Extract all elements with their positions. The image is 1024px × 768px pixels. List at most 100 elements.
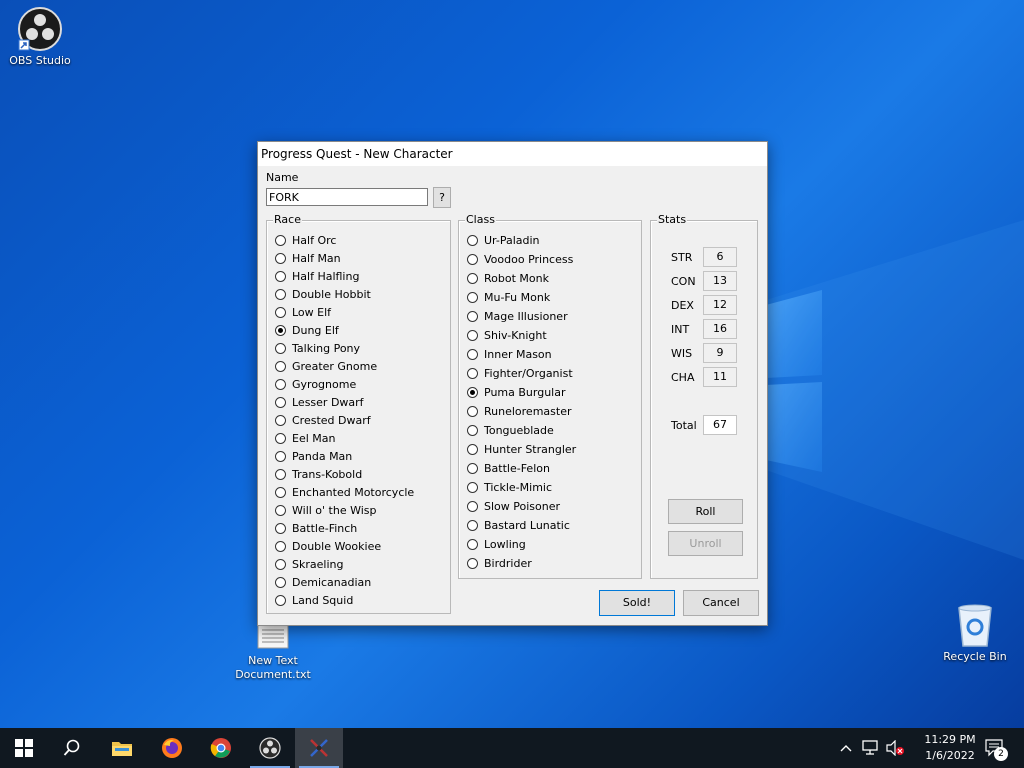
class-option[interactable]: Fighter/Organist: [467, 364, 573, 382]
class-radio[interactable]: [467, 310, 478, 322]
race-radio[interactable]: [275, 360, 286, 372]
taskbar-file-explorer[interactable]: [98, 728, 146, 768]
sold-button[interactable]: Sold!: [599, 590, 675, 616]
race-radio-selected[interactable]: [275, 324, 286, 336]
race-option[interactable]: Dung Elf: [275, 321, 339, 339]
race-radio[interactable]: [275, 342, 286, 354]
random-name-button[interactable]: ?: [433, 187, 451, 208]
tray-volume[interactable]: [884, 728, 906, 768]
class-radio[interactable]: [467, 405, 478, 417]
class-option[interactable]: Bastard Lunatic: [467, 516, 570, 534]
taskbar-clock[interactable]: 11:29 PM 1/6/2022: [918, 732, 982, 764]
race-radio[interactable]: [275, 378, 286, 390]
class-radio[interactable]: [467, 253, 478, 265]
desktop-icon-text-document[interactable]: New Text Document.txt: [233, 624, 313, 682]
race-option[interactable]: Half Man: [275, 249, 341, 267]
race-option[interactable]: Land Squid: [275, 591, 353, 609]
tray-show-hidden[interactable]: [836, 728, 856, 768]
class-option[interactable]: Slow Poisoner: [467, 497, 560, 515]
notification-center-button[interactable]: 2: [980, 728, 1010, 768]
class-radio[interactable]: [467, 424, 478, 436]
class-option[interactable]: Ur-Paladin: [467, 231, 540, 249]
start-button[interactable]: [0, 728, 48, 768]
class-radio[interactable]: [467, 481, 478, 493]
class-radio-selected[interactable]: [467, 386, 478, 398]
class-option[interactable]: Voodoo Princess: [467, 250, 573, 268]
race-radio[interactable]: [275, 540, 286, 552]
class-radio[interactable]: [467, 291, 478, 303]
class-option[interactable]: Mu-Fu Monk: [467, 288, 550, 306]
race-radio[interactable]: [275, 450, 286, 462]
race-option[interactable]: Skraeling: [275, 555, 343, 573]
class-option[interactable]: Tongueblade: [467, 421, 554, 439]
race-radio[interactable]: [275, 414, 286, 426]
race-radio[interactable]: [275, 252, 286, 264]
race-option[interactable]: Talking Pony: [275, 339, 360, 357]
race-radio[interactable]: [275, 558, 286, 570]
class-option[interactable]: Inner Mason: [467, 345, 552, 363]
race-option[interactable]: Double Hobbit: [275, 285, 371, 303]
race-radio[interactable]: [275, 594, 286, 606]
race-option[interactable]: Gyrognome: [275, 375, 356, 393]
race-radio[interactable]: [275, 234, 286, 246]
race-option[interactable]: Half Halfling: [275, 267, 359, 285]
class-option[interactable]: Runeloremaster: [467, 402, 571, 420]
class-option[interactable]: Lowling: [467, 535, 526, 553]
class-option[interactable]: Hunter Strangler: [467, 440, 576, 458]
class-radio[interactable]: [467, 234, 478, 246]
desktop-icon-obs[interactable]: OBS Studio: [0, 6, 80, 68]
race-option[interactable]: Will o' the Wisp: [275, 501, 377, 519]
taskbar-firefox[interactable]: [148, 728, 196, 768]
class-option[interactable]: Robot Monk: [467, 269, 549, 287]
race-radio[interactable]: [275, 396, 286, 408]
race-option[interactable]: Crested Dwarf: [275, 411, 371, 429]
race-option[interactable]: Eel Man: [275, 429, 335, 447]
class-radio[interactable]: [467, 367, 478, 379]
race-option[interactable]: Greater Gnome: [275, 357, 377, 375]
class-radio[interactable]: [467, 462, 478, 474]
race-option[interactable]: Double Wookiee: [275, 537, 381, 555]
name-input[interactable]: [266, 188, 428, 206]
race-radio[interactable]: [275, 306, 286, 318]
class-radio[interactable]: [467, 538, 478, 550]
race-radio[interactable]: [275, 486, 286, 498]
race-option[interactable]: Battle-Finch: [275, 519, 357, 537]
taskbar-progress-quest[interactable]: [295, 728, 343, 768]
class-radio[interactable]: [467, 557, 478, 569]
race-radio[interactable]: [275, 270, 286, 282]
race-option[interactable]: Panda Man: [275, 447, 352, 465]
race-option[interactable]: Enchanted Motorcycle: [275, 483, 414, 501]
class-option[interactable]: Tickle-Mimic: [467, 478, 552, 496]
race-radio[interactable]: [275, 576, 286, 588]
roll-button[interactable]: Roll: [668, 499, 743, 524]
race-radio[interactable]: [275, 432, 286, 444]
race-option[interactable]: Lesser Dwarf: [275, 393, 364, 411]
race-option[interactable]: Half Orc: [275, 231, 336, 249]
class-radio[interactable]: [467, 272, 478, 284]
unroll-button[interactable]: Unroll: [668, 531, 743, 556]
class-radio[interactable]: [467, 500, 478, 512]
class-option[interactable]: Shiv-Knight: [467, 326, 547, 344]
cancel-button[interactable]: Cancel: [683, 590, 759, 616]
taskbar-obs[interactable]: [246, 728, 294, 768]
race-option[interactable]: Demicanadian: [275, 573, 371, 591]
race-radio[interactable]: [275, 468, 286, 480]
class-radio[interactable]: [467, 329, 478, 341]
class-radio[interactable]: [467, 443, 478, 455]
class-option[interactable]: Battle-Felon: [467, 459, 550, 477]
class-option[interactable]: Birdrider: [467, 554, 532, 572]
race-option[interactable]: Low Elf: [275, 303, 331, 321]
class-radio[interactable]: [467, 348, 478, 360]
tray-network[interactable]: [860, 728, 882, 768]
race-radio[interactable]: [275, 288, 286, 300]
taskbar-chrome[interactable]: [197, 728, 245, 768]
race-radio[interactable]: [275, 504, 286, 516]
class-radio[interactable]: [467, 519, 478, 531]
title-bar[interactable]: Progress Quest - New Character: [258, 142, 767, 166]
race-option[interactable]: Trans-Kobold: [275, 465, 362, 483]
search-button[interactable]: [48, 728, 96, 768]
class-option[interactable]: Puma Burgular: [467, 383, 566, 401]
desktop-icon-recycle-bin[interactable]: Recycle Bin: [935, 602, 1015, 664]
race-radio[interactable]: [275, 522, 286, 534]
class-option[interactable]: Mage Illusioner: [467, 307, 568, 325]
